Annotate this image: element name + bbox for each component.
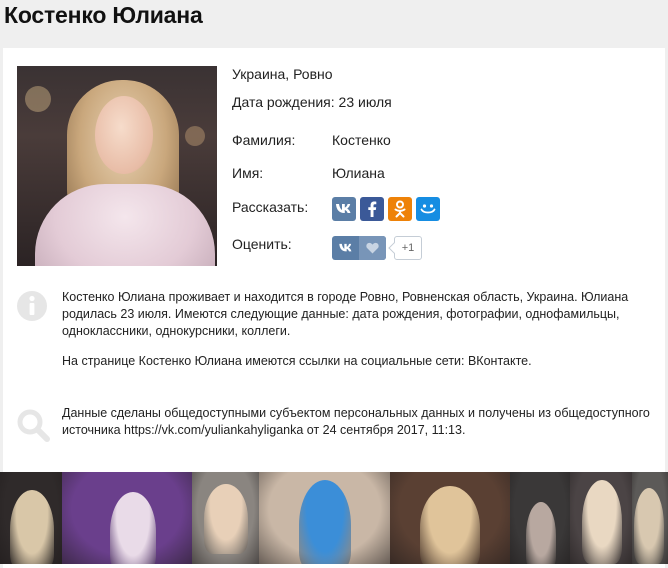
photo-light	[25, 86, 51, 112]
share-vk-button[interactable]	[332, 197, 356, 221]
profile-photo[interactable]	[17, 66, 217, 266]
vk-icon	[336, 204, 351, 213]
gallery-photo-subject	[110, 492, 156, 564]
share-facebook-button[interactable]	[360, 197, 384, 221]
gallery-photo-subject	[204, 484, 248, 554]
surname-value: Костенко	[332, 132, 391, 148]
gallery-photo[interactable]	[510, 472, 570, 564]
links-paragraph: На странице Костенко Юлиана имеются ссыл…	[62, 354, 532, 368]
name-value: Юлиана	[332, 165, 385, 181]
info-circle-icon	[16, 290, 48, 322]
photo-face	[95, 96, 153, 174]
gallery-photo-subject	[420, 486, 480, 564]
rate-label: Оценить:	[232, 236, 292, 252]
heart-icon	[359, 236, 386, 260]
gallery-photo[interactable]	[62, 472, 192, 564]
page-title: Костенко Юлиана	[4, 2, 203, 28]
gallery-photo[interactable]	[570, 472, 632, 564]
vk-icon	[332, 236, 359, 260]
magnifier-icon	[16, 408, 50, 442]
gallery-photo[interactable]	[390, 472, 510, 564]
about-paragraph: Костенко Юлиана проживает и находится в …	[62, 290, 629, 338]
birthday-text: Дата рождения: 23 июля	[232, 94, 392, 110]
gallery-photo-subject	[526, 502, 556, 564]
gallery-photo-subject	[10, 490, 54, 564]
smile-icon	[420, 204, 436, 214]
location-text: Украина, Ровно	[232, 66, 333, 82]
facebook-icon	[368, 201, 377, 217]
vk-like-button[interactable]	[332, 236, 386, 260]
share-label: Рассказать:	[232, 199, 309, 215]
odnoklassniki-icon	[394, 200, 406, 218]
gallery-photo-subject	[582, 480, 622, 564]
share-moimir-button[interactable]	[416, 197, 440, 221]
like-count-badge: +1	[394, 236, 422, 260]
gallery-photo[interactable]	[259, 472, 390, 564]
share-odnoklassniki-button[interactable]	[388, 197, 412, 221]
photo-light	[185, 126, 205, 146]
gallery-photo[interactable]	[632, 472, 668, 564]
surname-label: Фамилия:	[232, 132, 296, 148]
photo-coat	[35, 184, 215, 266]
gallery-photo[interactable]	[0, 472, 62, 564]
photo-gallery	[0, 472, 668, 564]
gallery-photo-subject	[634, 488, 664, 564]
gallery-photo-subject	[299, 480, 351, 564]
gallery-photo[interactable]	[192, 472, 259, 564]
source-paragraph: Данные сделаны общедоступными субъектом …	[62, 406, 650, 437]
name-label: Имя:	[232, 165, 264, 181]
